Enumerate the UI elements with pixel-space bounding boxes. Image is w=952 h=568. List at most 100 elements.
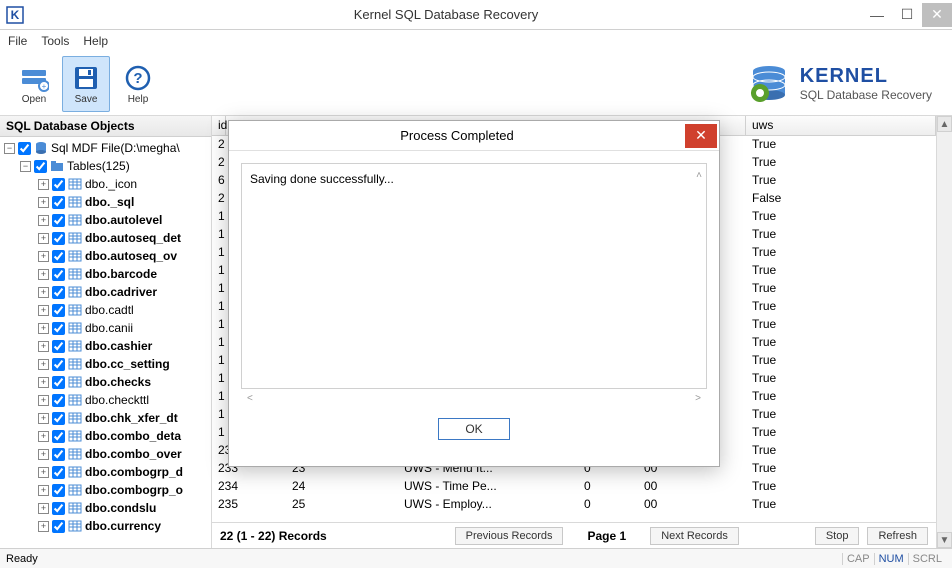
tree-checkbox[interactable] (52, 466, 65, 479)
tree-checkbox[interactable] (52, 196, 65, 209)
scroll-down-icon[interactable]: ▼ (937, 532, 952, 548)
maximize-button[interactable]: ☐ (892, 3, 922, 27)
stop-button[interactable]: Stop (815, 527, 860, 545)
cell-uws: True (746, 316, 936, 333)
tree-checkbox[interactable] (52, 232, 65, 245)
ok-button[interactable]: OK (438, 418, 509, 440)
tree-checkbox[interactable] (52, 178, 65, 191)
msg-scroll-left-icon[interactable]: ˂ (247, 393, 253, 404)
menubar: File Tools Help (0, 30, 952, 52)
tree-table-label: dbo._icon (85, 177, 137, 191)
tree-tables-group[interactable]: −Tables(125) (0, 157, 211, 175)
tree-checkbox[interactable] (52, 520, 65, 533)
tree-checkbox[interactable] (52, 394, 65, 407)
tree-table-item[interactable]: +dbo.autoseq_det (0, 229, 211, 247)
cell-uws: True (746, 424, 936, 441)
menu-file[interactable]: File (8, 34, 27, 48)
table-icon (68, 267, 82, 281)
cell-uws: True (746, 442, 936, 459)
dialog-close-button[interactable]: ✕ (685, 124, 717, 148)
table-icon (68, 231, 82, 245)
cell-uws: True (746, 388, 936, 405)
refresh-button[interactable]: Refresh (867, 527, 928, 545)
tree-checkbox[interactable] (52, 250, 65, 263)
table-row[interactable]: 23424UWS - Time Pe...000True (212, 478, 936, 496)
window-title: Kernel SQL Database Recovery (30, 7, 862, 22)
titlebar: K Kernel SQL Database Recovery — ☐ ✕ (0, 0, 952, 30)
tree-checkbox[interactable] (52, 358, 65, 371)
tree-table-item[interactable]: +dbo.combogrp_o (0, 481, 211, 499)
cell-uws: True (746, 298, 936, 315)
tree-table-item[interactable]: +dbo.currency (0, 517, 211, 535)
tree-table-item[interactable]: +dbo.combo_deta (0, 427, 211, 445)
tree-table-item[interactable]: +dbo.autolevel (0, 211, 211, 229)
cell-c4: 0 (578, 478, 638, 495)
tree-table-item[interactable]: +dbo._sql (0, 193, 211, 211)
table-icon (68, 321, 82, 335)
tree-checkbox[interactable] (52, 376, 65, 389)
previous-records-button[interactable]: Previous Records (455, 527, 564, 545)
cell-uws: True (746, 280, 936, 297)
tree-table-item[interactable]: +dbo.autoseq_ov (0, 247, 211, 265)
table-row[interactable]: 23525UWS - Employ...000True (212, 496, 936, 514)
tree[interactable]: −Sql MDF File(D:\megha\−Tables(125)+dbo.… (0, 137, 211, 548)
tree-checkbox[interactable] (52, 214, 65, 227)
dialog-message-area: Saving done successfully... ˄ (241, 163, 707, 389)
cell-id-frag: 1 (212, 298, 226, 315)
table-icon (68, 177, 82, 191)
msg-scroll-up-icon[interactable]: ˄ (696, 170, 702, 181)
table-icon (68, 285, 82, 299)
tree-checkbox[interactable] (52, 502, 65, 515)
scroll-up-icon[interactable]: ▲ (937, 116, 952, 132)
cell-uws: True (746, 352, 936, 369)
vertical-scrollbar[interactable]: ▲ ▼ (936, 116, 952, 548)
tree-checkbox[interactable] (52, 304, 65, 317)
tree-table-label: dbo._sql (85, 195, 134, 209)
tree-table-item[interactable]: +dbo.cadriver (0, 283, 211, 301)
tree-table-item[interactable]: +dbo.condslu (0, 499, 211, 517)
tree-table-item[interactable]: +dbo.chk_xfer_dt (0, 409, 211, 427)
save-button[interactable]: Save (62, 56, 110, 112)
tree-table-label: dbo.combogrp_d (85, 465, 183, 479)
minimize-button[interactable]: — (862, 3, 892, 27)
tree-table-item[interactable]: +dbo.cadtl (0, 301, 211, 319)
tree-checkbox[interactable] (52, 268, 65, 281)
col-uws[interactable]: uws (746, 116, 936, 135)
tree-table-item[interactable]: +dbo.combogrp_d (0, 463, 211, 481)
tree-checkbox[interactable] (52, 484, 65, 497)
close-button[interactable]: ✕ (922, 3, 952, 27)
cell-id-frag: 1 (212, 280, 226, 297)
dialog-titlebar: Process Completed ✕ (229, 121, 719, 151)
tree-checkbox[interactable] (52, 340, 65, 353)
tree-table-item[interactable]: +dbo.cashier (0, 337, 211, 355)
next-records-button[interactable]: Next Records (650, 527, 739, 545)
tree-checkbox[interactable] (52, 322, 65, 335)
menu-help[interactable]: Help (83, 34, 108, 48)
menu-tools[interactable]: Tools (41, 34, 69, 48)
tree-checkbox[interactable] (52, 412, 65, 425)
table-icon (68, 339, 82, 353)
help-button[interactable]: ? Help (114, 56, 162, 112)
cell-id-frag: 1 (212, 226, 226, 243)
tree-table-item[interactable]: +dbo.checkttl (0, 391, 211, 409)
app-icon: K (6, 6, 24, 24)
tree-checkbox[interactable] (52, 448, 65, 461)
tree-checkbox[interactable] (18, 142, 31, 155)
table-icon (68, 465, 82, 479)
tree-checkbox[interactable] (52, 286, 65, 299)
tree-root[interactable]: −Sql MDF File(D:\megha\ (0, 139, 211, 157)
tree-table-item[interactable]: +dbo._icon (0, 175, 211, 193)
cell-id-frag: 1 (212, 388, 226, 405)
tree-checkbox[interactable] (52, 430, 65, 443)
tree-table-item[interactable]: +dbo.canii (0, 319, 211, 337)
msg-scroll-right-icon[interactable]: ˃ (695, 393, 701, 404)
scrl-indicator: SCRL (908, 553, 946, 565)
col-id-left[interactable]: id (212, 116, 226, 135)
tree-table-item[interactable]: +dbo.combo_over (0, 445, 211, 463)
tree-checkbox[interactable] (34, 160, 47, 173)
tree-table-item[interactable]: +dbo.barcode (0, 265, 211, 283)
tree-table-item[interactable]: +dbo.checks (0, 373, 211, 391)
open-button[interactable]: + Open (10, 56, 58, 112)
tree-table-item[interactable]: +dbo.cc_setting (0, 355, 211, 373)
tree-table-label: dbo.combo_deta (85, 429, 181, 443)
